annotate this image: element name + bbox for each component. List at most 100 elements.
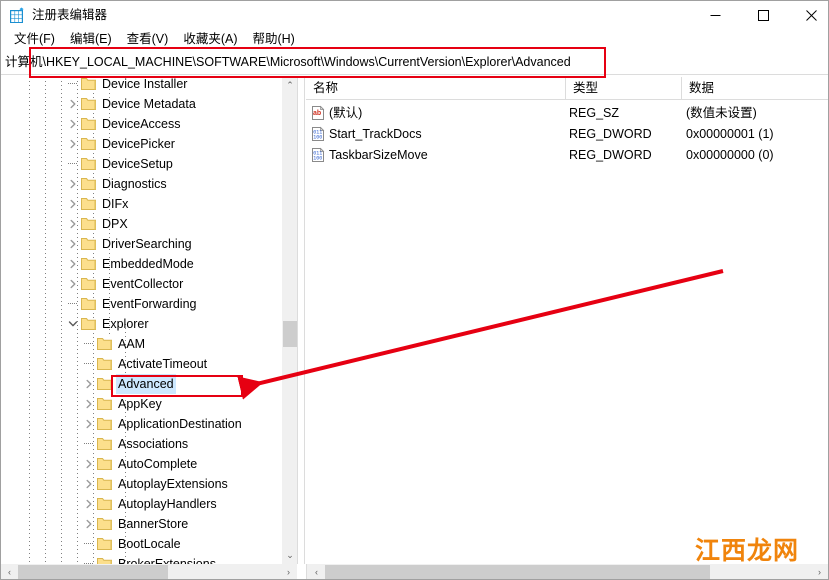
column-header-type[interactable]: 类型	[566, 77, 682, 99]
tree-horizontal-scrollbar[interactable]: ‹ ›	[1, 564, 297, 579]
tree-item-label: AppKey	[118, 397, 162, 411]
chevron-right-icon[interactable]	[65, 194, 81, 214]
tree-item-bannerstore[interactable]: BannerStore	[1, 514, 281, 534]
folder-icon	[97, 497, 113, 511]
tree-item-dpx[interactable]: DPX	[1, 214, 281, 234]
chevron-right-icon[interactable]	[81, 514, 97, 534]
folder-icon	[81, 317, 97, 331]
string-value-icon: ab	[310, 105, 326, 121]
values-hscrollbar-thumb[interactable]	[325, 565, 710, 579]
tree-item-label: Device Metadata	[102, 97, 196, 111]
scroll-right-arrow-icon[interactable]: ›	[811, 564, 828, 579]
tree-leaf-connector-icon	[65, 154, 81, 174]
value-name: TaskbarSizeMove	[329, 148, 428, 162]
scroll-left-arrow-icon[interactable]: ‹	[1, 564, 18, 579]
scroll-down-arrow-icon[interactable]: ⌄	[282, 547, 297, 564]
folder-icon	[97, 557, 113, 564]
minimize-button[interactable]	[692, 1, 738, 29]
tree-item-label: AutoplayExtensions	[118, 477, 228, 491]
value-row[interactable]: 011 100 TaskbarSizeMove REG_DWORD 0x00000000…	[306, 145, 828, 166]
tree-item-device-installer[interactable]: Device Installer	[1, 77, 281, 94]
tree-item-eventforwarding[interactable]: EventForwarding	[1, 294, 281, 314]
chevron-right-icon[interactable]	[65, 214, 81, 234]
tree-item-brokerextensions[interactable]: BrokerExtensions	[1, 554, 281, 564]
tree-item-label: AutoComplete	[118, 457, 198, 471]
chevron-right-icon[interactable]	[81, 394, 97, 414]
chevron-right-icon[interactable]	[65, 234, 81, 254]
tree-leaf-connector-icon	[81, 334, 97, 354]
menu-item-favorites[interactable]: 收藏夹(A)	[176, 30, 245, 48]
tree-scrollbar-thumb[interactable]	[283, 321, 297, 347]
tree-item-device-metadata[interactable]: Device Metadata	[1, 94, 281, 114]
chevron-right-icon[interactable]	[65, 254, 81, 274]
scroll-left-arrow-icon[interactable]: ‹	[308, 564, 325, 579]
tree-item-label: AutoplayHandlers	[118, 497, 217, 511]
tree-item-devicepicker[interactable]: DevicePicker	[1, 134, 281, 154]
pane-splitter[interactable]	[297, 77, 305, 564]
chevron-right-icon[interactable]	[81, 494, 97, 514]
tree-item-explorer[interactable]: Explorer	[1, 314, 281, 334]
tree-item-associations[interactable]: Associations	[1, 434, 281, 454]
chevron-right-icon[interactable]	[65, 134, 81, 154]
tree-item-diagnostics[interactable]: Diagnostics	[1, 174, 281, 194]
tree-item-label: BootLocale	[118, 537, 181, 551]
registry-tree[interactable]: Device Installer Device Metadata DeviceAcc…	[1, 77, 281, 564]
chevron-right-icon[interactable]	[65, 174, 81, 194]
tree-item-label: EmbeddedMode	[102, 257, 194, 271]
site-watermark: 江西龙网	[693, 536, 800, 567]
tree-item-label: Device Installer	[102, 77, 188, 91]
chevron-down-icon[interactable]	[65, 314, 81, 334]
tree-leaf-connector-icon	[81, 534, 97, 554]
folder-icon	[81, 257, 97, 271]
scroll-right-arrow-icon[interactable]: ›	[280, 564, 297, 579]
maximize-button[interactable]	[740, 1, 786, 29]
chevron-right-icon[interactable]	[65, 94, 81, 114]
close-button[interactable]	[788, 1, 828, 29]
folder-icon	[97, 517, 113, 531]
close-icon	[805, 9, 817, 21]
scroll-up-arrow-icon[interactable]: ⌃	[282, 77, 297, 94]
value-row[interactable]: ab (默认) REG_SZ (数值未设置)	[306, 103, 828, 124]
chevron-right-icon[interactable]	[81, 454, 97, 474]
chevron-right-icon[interactable]	[81, 474, 97, 494]
menu-item-file[interactable]: 文件(F)	[7, 30, 63, 48]
column-header-data[interactable]: 数据	[682, 77, 828, 99]
chevron-right-icon[interactable]	[65, 114, 81, 134]
tree-item-driversearching[interactable]: DriverSearching	[1, 234, 281, 254]
folder-icon	[97, 537, 113, 551]
tree-item-difx[interactable]: DIFx	[1, 194, 281, 214]
folder-icon	[97, 417, 113, 431]
tree-item-aam[interactable]: AAM	[1, 334, 281, 354]
tree-item-applicationdestination[interactable]: ApplicationDestination	[1, 414, 281, 434]
tree-item-bootlocale[interactable]: BootLocale	[1, 534, 281, 554]
tree-item-label: DPX	[102, 217, 128, 231]
dword-value-icon: 011 100	[310, 126, 326, 142]
tree-item-eventcollector[interactable]: EventCollector	[1, 274, 281, 294]
chevron-right-icon[interactable]	[65, 274, 81, 294]
registry-editor-window: 注册表编辑器 文件(F) 编辑(E) 查看(V) 收藏夹(A) 帮助(H) 计算…	[0, 0, 829, 580]
tree-item-deviceaccess[interactable]: DeviceAccess	[1, 114, 281, 134]
folder-icon	[97, 457, 113, 471]
tree-hscrollbar-thumb[interactable]	[18, 565, 168, 579]
column-header-name[interactable]: 名称	[306, 77, 566, 99]
menu-item-view[interactable]: 查看(V)	[120, 30, 177, 48]
address-bar[interactable]: 计算机\HKEY_LOCAL_MACHINE\SOFTWARE\Microsof…	[1, 50, 828, 75]
chevron-right-icon[interactable]	[81, 414, 97, 434]
tree-item-autoplayextensions[interactable]: AutoplayExtensions	[1, 474, 281, 494]
tree-item-appkey[interactable]: AppKey	[1, 394, 281, 414]
chevron-right-icon[interactable]	[81, 374, 97, 394]
value-row[interactable]: 011 100 Start_TrackDocs REG_DWORD 0x00000001…	[306, 124, 828, 145]
tree-item-label: DriverSearching	[102, 237, 192, 251]
tree-item-devicesetup[interactable]: DeviceSetup	[1, 154, 281, 174]
minimize-icon	[710, 14, 720, 16]
menu-item-help[interactable]: 帮助(H)	[245, 30, 302, 48]
tree-leaf-connector-icon	[81, 554, 97, 564]
tree-item-activatetimeout[interactable]: ActivateTimeout	[1, 354, 281, 374]
tree-item-label: Explorer	[102, 317, 149, 331]
menu-item-edit[interactable]: 编辑(E)	[63, 30, 120, 48]
tree-item-embeddedmode[interactable]: EmbeddedMode	[1, 254, 281, 274]
tree-vertical-scrollbar[interactable]: ⌃ ⌄	[281, 77, 297, 564]
tree-item-autocomplete[interactable]: AutoComplete	[1, 454, 281, 474]
tree-item-autoplayhandlers[interactable]: AutoplayHandlers	[1, 494, 281, 514]
tree-item-advanced[interactable]: Advanced	[1, 374, 281, 394]
